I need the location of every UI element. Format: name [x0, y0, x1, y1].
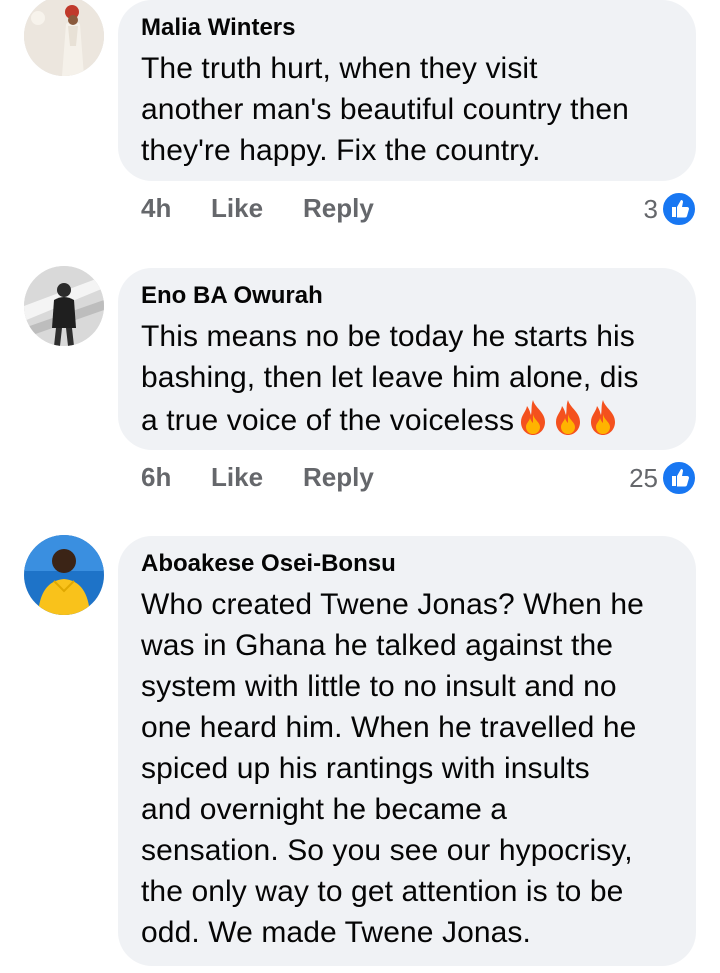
comment-bubble: Aboakese Osei-Bonsu Who created Twene Jo… [118, 536, 696, 966]
comment-actions: 4h Like Reply [141, 193, 441, 229]
reaction-summary[interactable]: 25 [606, 461, 696, 495]
reply-button[interactable]: Reply [303, 193, 374, 224]
reaction-count: 25 [629, 463, 658, 493]
comment-author[interactable]: Aboakese Osei-Bonsu [141, 550, 674, 578]
fire-emoji [521, 400, 546, 435]
comment-bubble: Malia Winters The truth hurt, when they … [118, 0, 696, 181]
like-button[interactable]: Like [211, 193, 263, 224]
avatar[interactable] [24, 266, 104, 346]
thumbs-up-icon [662, 461, 696, 495]
comment-author[interactable]: Malia Winters [141, 14, 674, 42]
comment-text: This means no be today he starts his bas… [141, 320, 639, 437]
fire-emoji-group [514, 400, 619, 437]
comment-author[interactable]: Eno BA Owurah [141, 282, 674, 310]
reaction-summary[interactable]: 3 [616, 192, 696, 226]
thumbs-up-icon [662, 192, 696, 226]
avatar[interactable] [24, 0, 104, 76]
comment-actions: 6h Like Reply [141, 462, 441, 498]
avatar[interactable] [24, 535, 104, 615]
comment-bubble: Eno BA Owurah This means no be today he … [118, 268, 696, 450]
reply-button[interactable]: Reply [303, 462, 374, 493]
comment-text: The truth hurt, when they visit another … [141, 52, 629, 167]
reaction-count: 3 [643, 194, 658, 224]
comment-time[interactable]: 6h [141, 462, 171, 493]
like-button[interactable]: Like [211, 462, 263, 493]
fire-emoji [556, 400, 581, 435]
comment-time[interactable]: 4h [141, 193, 171, 224]
fire-emoji [591, 400, 616, 435]
comment-text: Who created Twene Jonas? When he was in … [141, 588, 644, 949]
